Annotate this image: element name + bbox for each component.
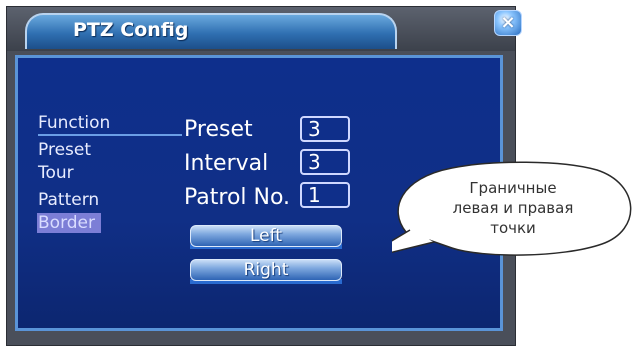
close-icon: × xyxy=(500,12,516,33)
dialog-title: PTZ Config xyxy=(73,19,189,41)
left-button[interactable]: Left xyxy=(190,225,342,247)
patrol-no-label: Patrol No. xyxy=(184,185,291,210)
menu-item-tour[interactable]: Tour xyxy=(38,164,74,182)
menu-item-function[interactable]: Function xyxy=(38,114,110,132)
preset-label: Preset xyxy=(184,117,253,142)
title-bar: PTZ Config × xyxy=(7,7,522,51)
callout-text: Граничные левая и правая точки xyxy=(400,178,626,238)
function-underline xyxy=(38,134,182,136)
menu-item-preset[interactable]: Preset xyxy=(38,141,91,159)
close-button[interactable]: × xyxy=(494,10,522,36)
callout-line-3: точки xyxy=(490,219,536,237)
preset-input[interactable]: 3 xyxy=(300,116,350,142)
interval-input[interactable]: 3 xyxy=(300,149,350,175)
menu-item-pattern[interactable]: Pattern xyxy=(38,191,99,209)
callout-line-1: Граничные xyxy=(469,179,557,197)
menu-item-border[interactable]: Border xyxy=(38,214,95,232)
patrol-no-input[interactable]: 1 xyxy=(300,182,350,208)
callout-line-2: левая и правая xyxy=(452,199,574,217)
right-button[interactable]: Right xyxy=(190,259,342,281)
interval-label: Interval xyxy=(184,151,269,176)
